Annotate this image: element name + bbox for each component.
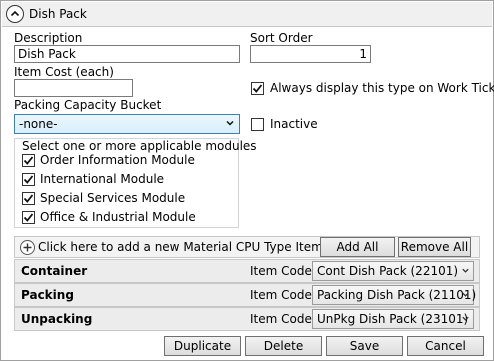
material-row-container: Container Item Code: Cont Dish Pack (221…	[14, 259, 480, 283]
material-row-unpacking: Unpacking Item Code: UnPkg Dish Pack (23…	[14, 307, 480, 331]
item-code-select[interactable]: Cont Dish Pack (22101)	[312, 261, 474, 281]
always-display-label: Always display this type on Work Ticket	[270, 81, 494, 95]
item-code-select[interactable]: UnPkg Dish Pack (23101)	[312, 309, 474, 329]
item-cost-input[interactable]	[14, 79, 133, 97]
dish-pack-panel: Dish Pack Description Dish Pack Sort Ord…	[0, 0, 494, 361]
inactive-checkbox[interactable]	[251, 118, 264, 131]
sort-order-input[interactable]: 1	[250, 45, 371, 63]
item-cost-label: Item Cost (each)	[14, 65, 114, 79]
checkmark-icon	[23, 175, 34, 184]
international-module-label: International Module	[40, 172, 165, 186]
cancel-button[interactable]: Cancel	[407, 336, 484, 356]
sort-order-label: Sort Order	[250, 31, 313, 45]
order-information-module-checkbox[interactable]	[22, 154, 35, 167]
duplicate-button[interactable]: Duplicate	[164, 336, 241, 356]
special-services-module-checkbox[interactable]	[22, 192, 35, 205]
item-code-label: Item Code:	[250, 264, 316, 278]
add-all-button[interactable]: Add All	[320, 237, 395, 257]
plus-glyph	[23, 243, 32, 252]
packing-bucket-select[interactable]: -none-	[14, 114, 240, 134]
order-information-module-label: Order Information Module	[40, 153, 195, 167]
item-code-select[interactable]: Packing Dish Pack (21101)	[312, 285, 477, 305]
packing-bucket-value: -none-	[19, 117, 58, 131]
item-code-value: UnPkg Dish Pack (23101)	[317, 312, 469, 326]
collapse-button[interactable]	[6, 5, 24, 23]
office-industrial-module-label: Office & Industrial Module	[40, 210, 196, 224]
material-row-packing: Packing Item Code: Packing Dish Pack (21…	[14, 283, 480, 307]
always-display-checkbox[interactable]	[251, 82, 264, 95]
chevron-down-icon	[462, 268, 469, 273]
item-code-label: Item Code:	[250, 312, 316, 326]
packing-bucket-label: Packing Capacity Bucket	[14, 98, 162, 112]
checkmark-icon	[23, 194, 34, 203]
checkmark-icon	[23, 213, 34, 222]
inactive-label: Inactive	[270, 117, 318, 131]
item-code-value: Cont Dish Pack (22101)	[317, 264, 459, 278]
row-name: Container	[21, 264, 88, 278]
item-code-value: Packing Dish Pack (21101)	[317, 288, 477, 302]
save-button[interactable]: Save	[326, 336, 403, 356]
remove-all-button[interactable]: Remove All	[398, 237, 471, 257]
office-industrial-module-checkbox[interactable]	[22, 211, 35, 224]
checkmark-icon	[252, 84, 263, 93]
add-material-link[interactable]: Click here to add a new Material CPU Typ…	[38, 240, 323, 254]
modules-heading: Select one or more applicable modules	[22, 139, 257, 153]
special-services-module-label: Special Services Module	[40, 191, 186, 205]
row-name: Unpacking	[21, 312, 93, 326]
panel-title: Dish Pack	[29, 7, 87, 21]
plus-circle-icon[interactable]	[20, 240, 35, 255]
chevron-up-icon	[10, 10, 20, 17]
material-toolbar: Click here to add a new Material CPU Typ…	[14, 236, 480, 258]
panel-header: Dish Pack	[2, 2, 492, 27]
row-name: Packing	[21, 288, 74, 302]
international-module-checkbox[interactable]	[22, 173, 35, 186]
chevron-down-icon	[462, 292, 469, 297]
chevron-down-icon	[462, 316, 469, 321]
checkmark-icon	[23, 156, 34, 165]
delete-button[interactable]: Delete	[245, 336, 322, 356]
description-input[interactable]: Dish Pack	[14, 45, 240, 63]
description-label: Description	[14, 31, 83, 45]
chevron-down-icon	[226, 120, 234, 126]
item-code-label: Item Code:	[250, 288, 316, 302]
